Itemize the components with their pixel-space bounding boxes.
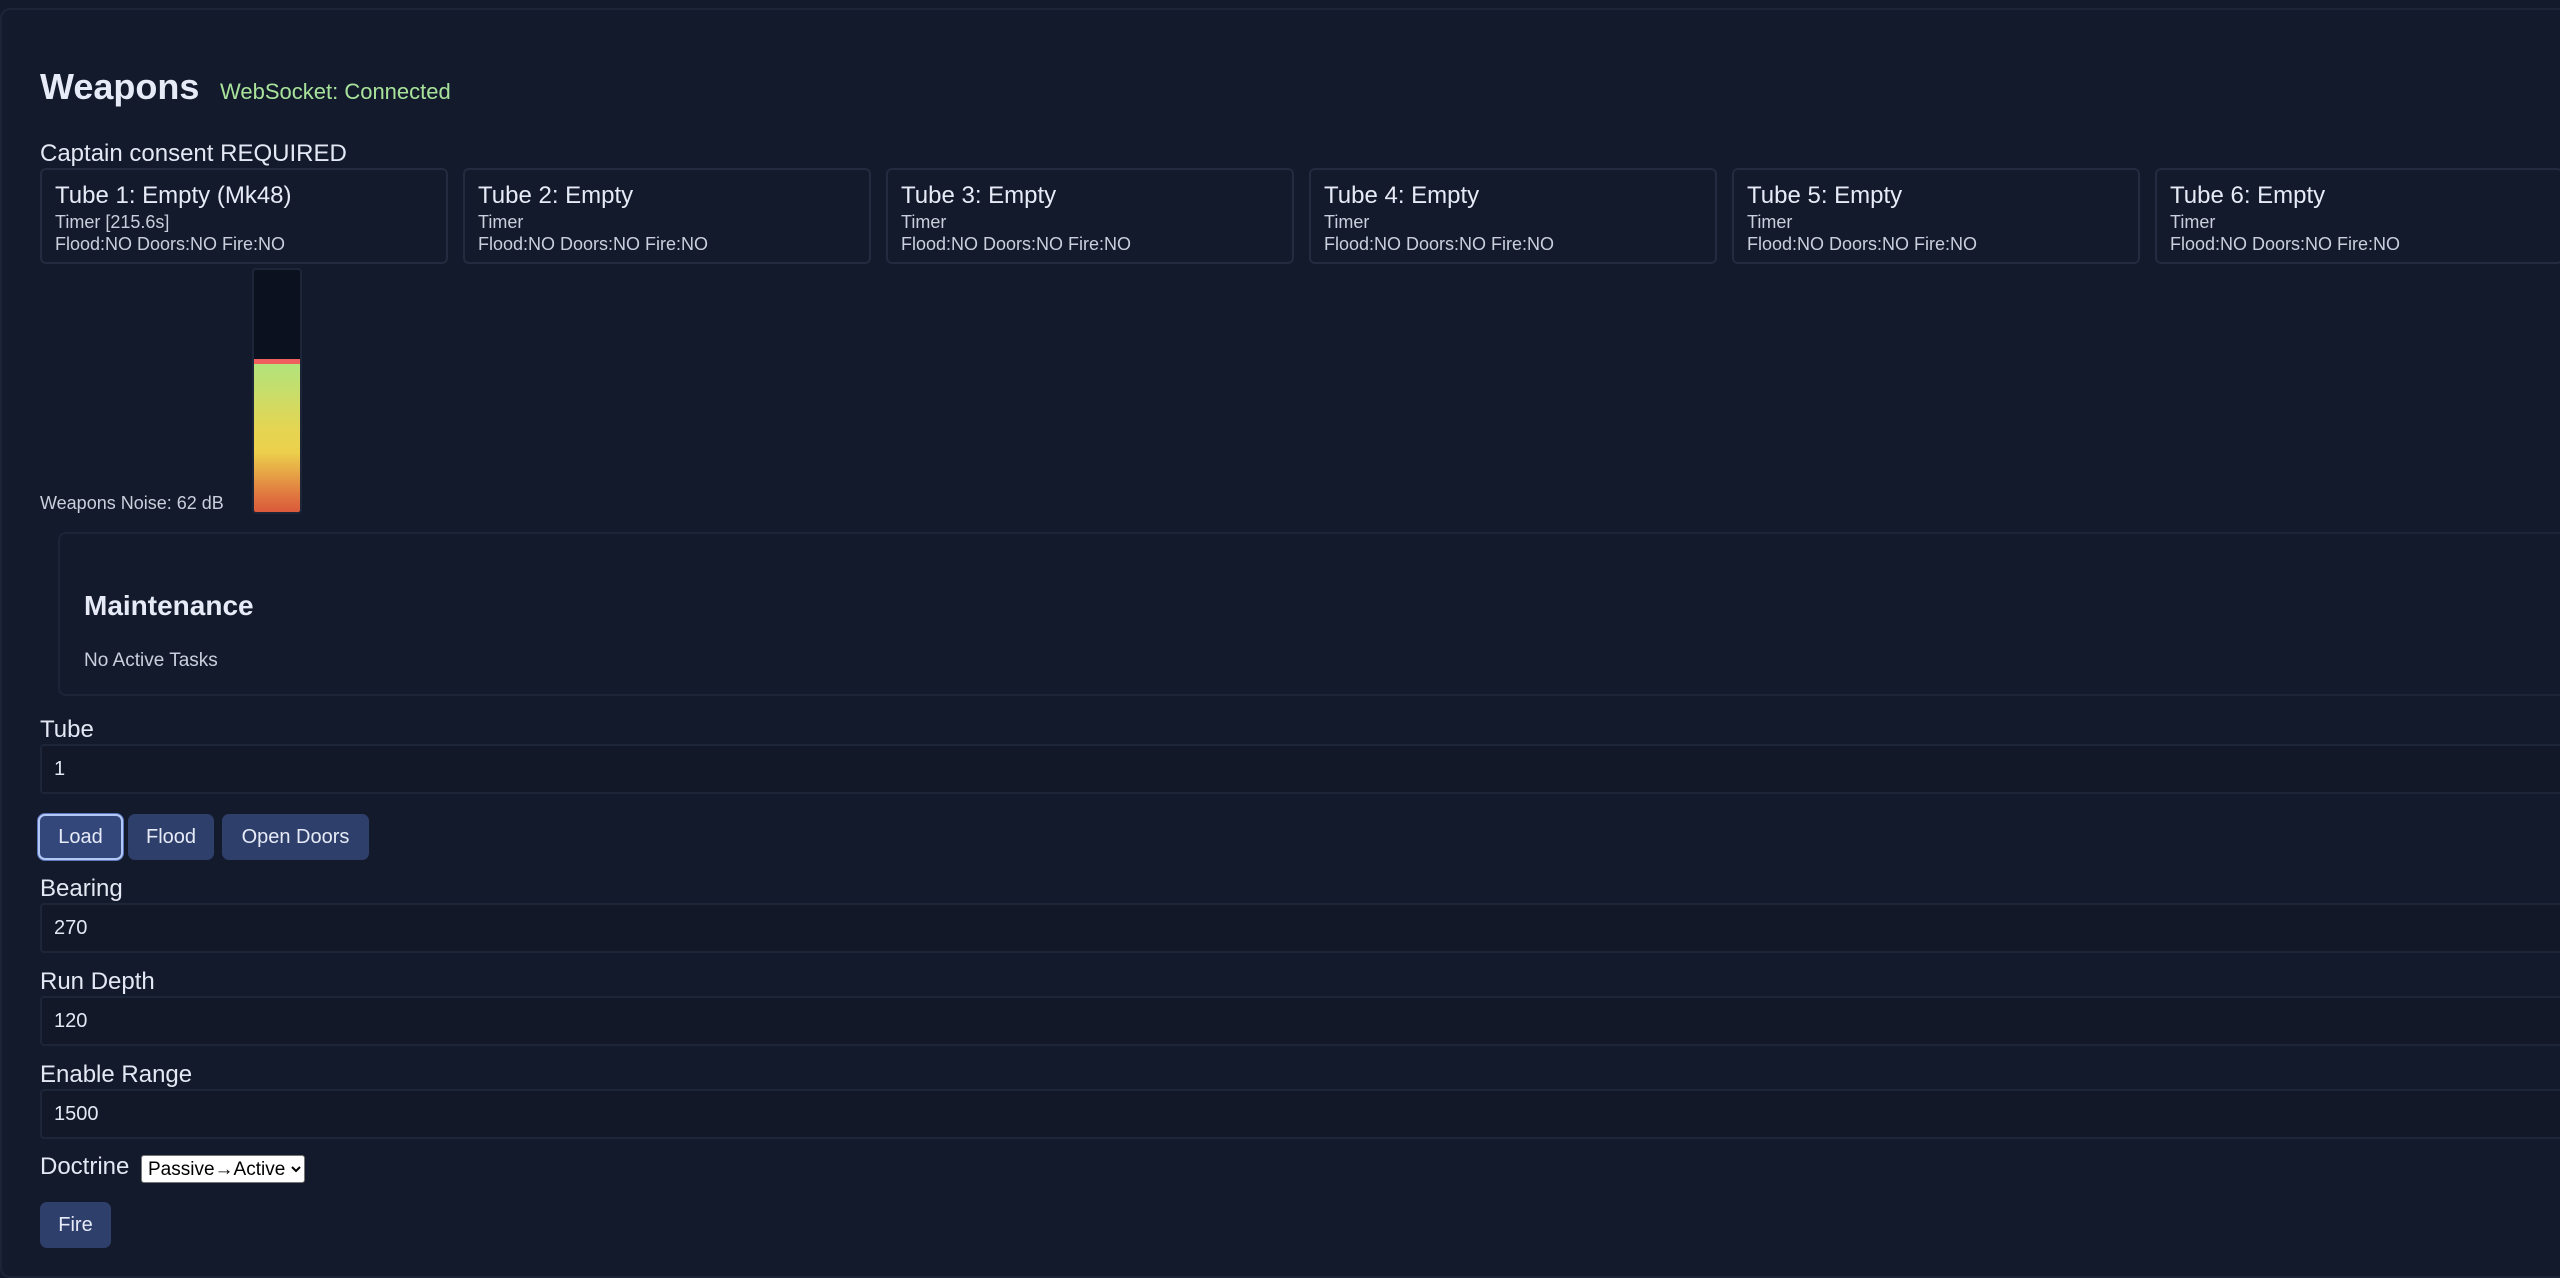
tube-card-1[interactable]: Tube 1: Empty (Mk48) Timer [215.6s] Floo…	[40, 168, 448, 264]
tube-card-4[interactable]: Tube 4: Empty Timer Flood:NO Doors:NO Fi…	[1309, 168, 1717, 264]
tube-title: Tube 3: Empty	[901, 182, 1057, 209]
tube-card-2[interactable]: Tube 2: Empty Timer Flood:NO Doors:NO Fi…	[463, 168, 871, 264]
tube-title: Tube 5: Empty	[1747, 182, 1903, 209]
tube-status: Flood:NO Doors:NO Fire:NO	[901, 234, 1132, 254]
load-button[interactable]: Load	[38, 814, 123, 860]
doctrine-label: Doctrine	[40, 1153, 130, 1180]
fire-button[interactable]: Fire	[40, 1202, 111, 1248]
tube-title: Tube 1: Empty (Mk48)	[55, 182, 292, 209]
tube-card-3[interactable]: Tube 3: Empty Timer Flood:NO Doors:NO Fi…	[886, 168, 1294, 264]
tube-status: Flood:NO Doors:NO Fire:NO	[55, 234, 286, 254]
flood-button[interactable]: Flood	[128, 814, 214, 860]
noise-meter	[252, 268, 302, 514]
tube-status: Flood:NO Doors:NO Fire:NO	[1747, 234, 1978, 254]
tube-card-6[interactable]: Tube 6: Empty Timer Flood:NO Doors:NO Fi…	[2155, 168, 2560, 264]
noise-meter-peak	[254, 359, 300, 364]
bearing-label: Bearing	[40, 875, 123, 902]
run-depth-label: Run Depth	[40, 968, 155, 995]
tube-status: Flood:NO Doors:NO Fire:NO	[2170, 234, 2401, 254]
maintenance-status: No Active Tasks	[84, 650, 218, 671]
tube-timer: Timer [215.6s]	[55, 212, 170, 232]
enable-range-label: Enable Range	[40, 1061, 193, 1088]
tube-timer: Timer	[2170, 212, 2216, 232]
tube-status: Flood:NO Doors:NO Fire:NO	[1324, 234, 1555, 254]
tube-timer: Timer	[1747, 212, 1793, 232]
weapons-noise-label: Weapons Noise: 62 dB	[40, 493, 224, 513]
tube-input[interactable]	[40, 744, 2560, 794]
bearing-input[interactable]	[40, 903, 2560, 953]
websocket-status: WebSocket: Connected	[220, 79, 451, 104]
tube-title: Tube 2: Empty	[478, 182, 634, 209]
run-depth-input[interactable]	[40, 996, 2560, 1046]
tube-status: Flood:NO Doors:NO Fire:NO	[478, 234, 709, 254]
tube-title: Tube 4: Empty	[1324, 182, 1480, 209]
maintenance-title: Maintenance	[84, 590, 254, 621]
doctrine-select[interactable]: Passive→Active	[141, 1155, 305, 1183]
tube-timer: Timer	[901, 212, 947, 232]
tube-title: Tube 6: Empty	[2170, 182, 2326, 209]
tube-label: Tube	[40, 716, 94, 743]
noise-meter-fill	[254, 362, 300, 512]
tube-timer: Timer	[478, 212, 524, 232]
captain-consent-status: Captain consent REQUIRED	[40, 140, 347, 167]
page-title: Weapons	[40, 66, 200, 107]
enable-range-input[interactable]	[40, 1089, 2560, 1139]
maintenance-panel: Maintenance No Active Tasks	[58, 532, 2560, 696]
open-doors-button[interactable]: Open Doors	[222, 814, 369, 860]
tube-timer: Timer	[1324, 212, 1370, 232]
tube-card-5[interactable]: Tube 5: Empty Timer Flood:NO Doors:NO Fi…	[1732, 168, 2140, 264]
